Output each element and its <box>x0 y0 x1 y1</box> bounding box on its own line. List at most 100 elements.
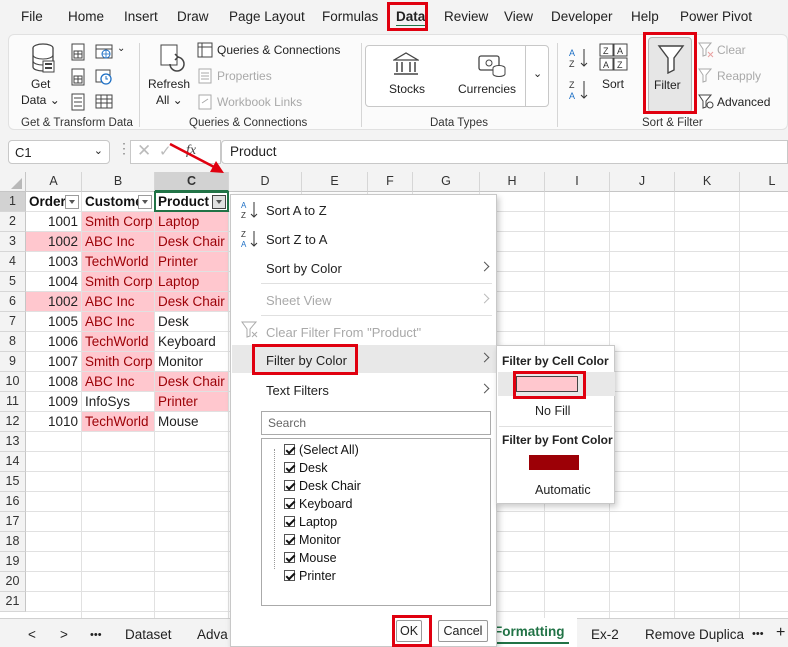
existing-connections-icon[interactable] <box>69 93 87 111</box>
name-box[interactable]: C1 ⌄ <box>8 140 110 164</box>
column-header[interactable]: J <box>610 172 675 192</box>
table-cell[interactable]: InfoSys <box>82 392 154 411</box>
sort-za-icon[interactable]: ZA <box>569 79 589 101</box>
text-filters-item[interactable]: Text Filters <box>266 383 329 398</box>
table-cell[interactable]: 1010 <box>26 412 81 431</box>
data-types-more-button[interactable]: ⌄ <box>525 45 549 107</box>
tab-dataset[interactable]: Dataset <box>125 627 172 642</box>
checkbox-checked-icon[interactable] <box>284 480 295 491</box>
row-header[interactable]: 20 <box>0 572 26 592</box>
table-cell[interactable]: TechWorld <box>82 412 154 431</box>
table-cell[interactable]: 1003 <box>26 252 81 271</box>
checkbox-checked-icon[interactable] <box>284 498 295 509</box>
automatic-option[interactable]: Automatic <box>535 483 591 497</box>
filter-checkbox-item[interactable]: Printer <box>284 569 336 583</box>
no-fill-option[interactable]: No Fill <box>535 404 570 418</box>
table-range-icon[interactable] <box>95 93 113 111</box>
row-header[interactable]: 1 <box>0 192 26 212</box>
tab-more-icon[interactable]: ••• <box>752 628 764 640</box>
table-cell[interactable]: Desk Chair <box>155 292 228 311</box>
sort-button[interactable]: ZAAZ Sort <box>597 41 633 101</box>
filter-checkbox-item[interactable]: (Select All) <box>284 443 359 457</box>
cancel-icon[interactable]: ✕ <box>137 141 151 161</box>
table-cell[interactable]: Laptop <box>155 272 228 291</box>
column-header[interactable]: K <box>675 172 740 192</box>
table-cell[interactable]: Smith Corp <box>82 352 154 371</box>
currencies-button[interactable]: Currencies <box>458 50 528 102</box>
filter-checkbox-item[interactable]: Laptop <box>284 515 337 529</box>
table-cell[interactable]: Printer <box>155 392 228 411</box>
row-header[interactable]: 16 <box>0 492 26 512</box>
menu-review[interactable]: Review <box>444 9 488 24</box>
row-header[interactable]: 2 <box>0 212 26 232</box>
table-cell[interactable]: Desk Chair <box>155 372 228 391</box>
table-cell[interactable]: 1007 <box>26 352 81 371</box>
queries-connections-button[interactable]: Queries & Connections <box>217 43 340 57</box>
column-header[interactable]: D <box>229 172 302 192</box>
menu-file[interactable]: File <box>21 9 43 24</box>
workbook-links-button[interactable]: Workbook Links <box>217 95 302 109</box>
column-header[interactable]: A <box>26 172 82 192</box>
row-header[interactable]: 17 <box>0 512 26 532</box>
clear-button[interactable]: Clear <box>717 43 746 57</box>
checkbox-checked-icon[interactable] <box>284 570 295 581</box>
checkbox-checked-icon[interactable] <box>284 552 295 563</box>
tab-more-icon[interactable]: ••• <box>90 629 102 641</box>
row-header[interactable]: 9 <box>0 352 26 372</box>
column-header[interactable]: L <box>740 172 788 192</box>
row-header[interactable]: 5 <box>0 272 26 292</box>
cancel-button[interactable]: Cancel <box>438 620 488 642</box>
tab-advanced[interactable]: Adva <box>197 627 228 642</box>
column-header[interactable]: B <box>82 172 155 192</box>
refresh-all-button[interactable]: Refresh All ⌄ <box>145 41 195 111</box>
queries-icon[interactable] <box>197 42 213 58</box>
menu-formulas[interactable]: Formulas <box>322 9 378 24</box>
menu-page-layout[interactable]: Page Layout <box>229 9 305 24</box>
menu-developer[interactable]: Developer <box>551 9 613 24</box>
from-table-icon[interactable] <box>69 68 87 86</box>
row-header[interactable]: 7 <box>0 312 26 332</box>
tab-ex-2[interactable]: Ex-2 <box>591 627 619 642</box>
table-cell[interactable]: Monitor <box>155 352 228 371</box>
column-header[interactable]: E <box>302 172 368 192</box>
table-cell[interactable]: 1009 <box>26 392 81 411</box>
column-header[interactable]: G <box>413 172 480 192</box>
menu-view[interactable]: View <box>504 9 533 24</box>
table-cell[interactable]: ABC Inc <box>82 312 154 331</box>
filter-checkbox-item[interactable]: Desk <box>284 461 327 475</box>
table-cell[interactable]: 1002 <box>26 292 81 311</box>
formula-input[interactable]: Product <box>221 140 788 164</box>
row-header[interactable]: 3 <box>0 232 26 252</box>
checkbox-checked-icon[interactable] <box>284 516 295 527</box>
row-header[interactable]: 12 <box>0 412 26 432</box>
table-cell[interactable]: ABC Inc <box>82 372 154 391</box>
menu-insert[interactable]: Insert <box>124 9 158 24</box>
tab-remove-duplicates[interactable]: Remove Duplica <box>645 627 744 642</box>
reapply-button[interactable]: Reapply <box>717 69 761 83</box>
menu-power-pivot[interactable]: Power Pivot <box>680 9 752 24</box>
tab-scroll-next-icon[interactable]: > <box>60 627 68 642</box>
filter-checkbox-item[interactable]: Mouse <box>284 551 337 565</box>
sort-a-to-z-item[interactable]: Sort A to Z <box>266 203 327 218</box>
dark-red-swatch[interactable] <box>529 455 579 470</box>
table-cell[interactable]: Desk Chair <box>155 232 228 251</box>
row-header[interactable]: 15 <box>0 472 26 492</box>
filter-checkbox-item[interactable]: Desk Chair <box>284 479 361 493</box>
menu-home[interactable]: Home <box>68 9 104 24</box>
select-all-corner[interactable] <box>0 172 26 192</box>
table-cell[interactable]: Keyboard <box>155 332 228 351</box>
row-header[interactable]: 8 <box>0 332 26 352</box>
row-header[interactable]: 13 <box>0 432 26 452</box>
table-cell[interactable]: Printer <box>155 252 228 271</box>
column-header[interactable]: I <box>545 172 610 192</box>
column-header[interactable]: H <box>480 172 545 192</box>
filter-checkbox-item[interactable]: Monitor <box>284 533 341 547</box>
row-header[interactable]: 18 <box>0 532 26 552</box>
table-cell[interactable]: 1001 <box>26 212 81 231</box>
filter-dropdown-button[interactable] <box>138 195 152 209</box>
stocks-button[interactable]: Stocks <box>376 50 436 102</box>
advanced-button[interactable]: Advanced <box>717 95 770 109</box>
row-header[interactable]: 4 <box>0 252 26 272</box>
sort-z-to-a-item[interactable]: Sort Z to A <box>266 232 327 247</box>
from-text-icon[interactable] <box>69 43 87 61</box>
